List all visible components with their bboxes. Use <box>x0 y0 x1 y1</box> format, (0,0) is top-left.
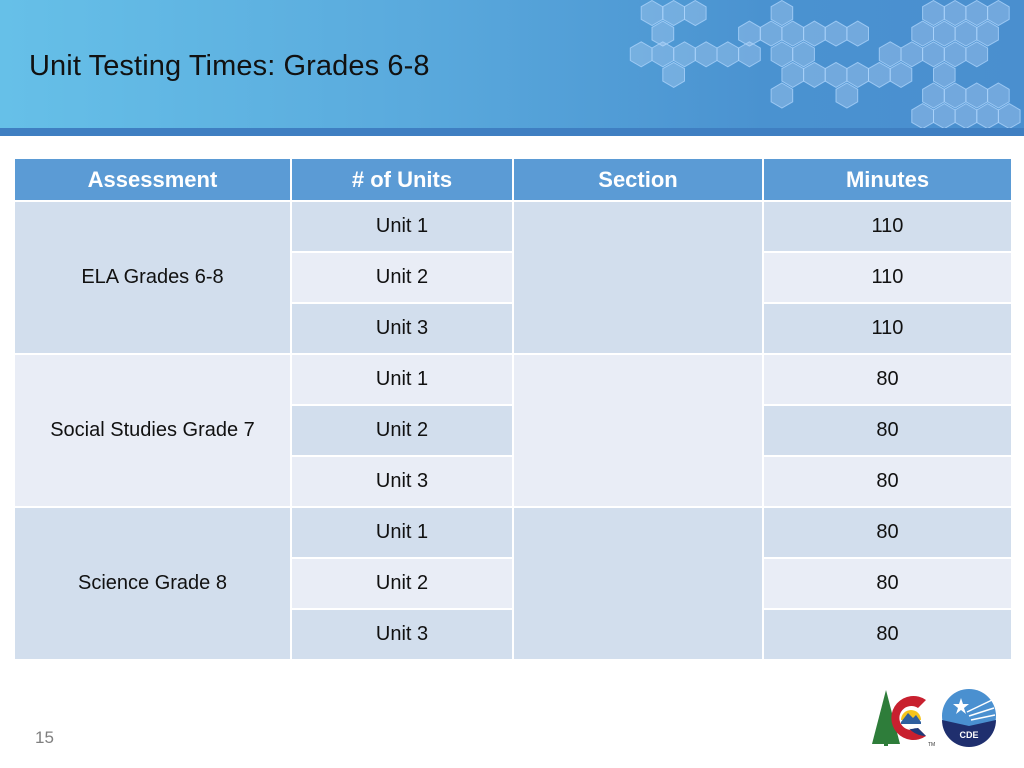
hexagon-shape <box>943 41 967 68</box>
minutes-cell: 110 <box>762 251 1013 304</box>
banner-divider <box>0 128 1024 136</box>
cde-label: CDE <box>959 730 978 740</box>
hexagon-shape <box>889 61 913 88</box>
hexagon-shape <box>933 103 956 128</box>
hexagon-shape <box>651 41 675 68</box>
hexagon-shape <box>911 20 934 47</box>
table-header-row: Assessment # of Units Section Minutes <box>13 157 1013 202</box>
hexagon-shape <box>846 20 869 47</box>
table-row: Social Studies Grade 7 Unit 1 80 <box>13 353 1013 508</box>
cde-logo: CDE <box>942 689 996 747</box>
page-number: 15 <box>35 728 54 747</box>
unit-cell: Unit 1 <box>290 200 514 253</box>
hexagon-shape <box>987 0 1010 27</box>
hexagon-shape <box>835 82 859 109</box>
minutes-cell: 80 <box>762 455 1013 508</box>
hexagon-shape <box>868 61 891 88</box>
minutes-cell: 80 <box>762 608 1013 661</box>
unit-testing-times-table: Assessment # of Units Section Minutes EL… <box>13 157 1013 661</box>
hexagon-shape <box>803 20 826 47</box>
hexagon-shape <box>911 103 934 128</box>
header-minutes: Minutes <box>762 157 1013 202</box>
hexagon-shape <box>965 0 989 27</box>
header-assessment: Assessment <box>13 157 292 202</box>
hexagon-shape <box>965 82 989 109</box>
hexagon-shape <box>694 41 718 68</box>
hexagon-shape <box>922 41 945 68</box>
section-cell <box>512 200 764 355</box>
hexagon-shape <box>965 41 989 68</box>
unit-cell: Unit 1 <box>290 353 514 406</box>
hexagon-shape <box>792 41 815 68</box>
hexagon-shape <box>824 20 848 47</box>
hexagon-shape <box>922 82 945 109</box>
hexagon-shape <box>824 61 848 88</box>
title-banner: Unit Testing Times: Grades 6-8 <box>0 0 1024 128</box>
hexagon-shape <box>943 0 967 27</box>
table-row: Science Grade 8 Unit 1 80 <box>13 506 1013 661</box>
hexagon-shape <box>943 82 967 109</box>
hexagon-shape <box>662 0 685 27</box>
hexagon-shape <box>878 41 902 68</box>
minutes-cell: 110 <box>762 302 1013 355</box>
minutes-cell: 80 <box>762 353 1013 406</box>
minutes-cell: 80 <box>762 404 1013 457</box>
hexagon-shape <box>738 41 761 68</box>
hexagon-shape <box>976 103 999 128</box>
hexagon-shape <box>954 20 978 47</box>
unit-cell: Unit 2 <box>290 404 514 457</box>
unit-cell: Unit 2 <box>290 557 514 610</box>
header-section: Section <box>512 157 764 202</box>
unit-cell: Unit 3 <box>290 302 514 355</box>
hexagon-shape <box>716 41 740 68</box>
hexagon-shape <box>759 20 783 47</box>
hexagon-shape <box>640 0 664 27</box>
unit-cell: Unit 1 <box>290 506 514 559</box>
header-num-units: # of Units <box>290 157 514 202</box>
slide-title: Unit Testing Times: Grades 6-8 <box>29 50 430 82</box>
assessment-cell: Science Grade 8 <box>13 506 292 661</box>
table-row: ELA Grades 6-8 Unit 1 110 <box>13 200 1013 355</box>
hexagon-shape <box>803 61 826 88</box>
colorado-logo: TM <box>872 690 935 748</box>
hexagon-shape <box>933 20 956 47</box>
hexagon-shape <box>997 103 1021 128</box>
hexagon-shape <box>987 82 1010 109</box>
section-cell <box>512 506 764 661</box>
hexagon-shape <box>770 0 794 27</box>
hexagon-shape <box>662 61 685 88</box>
hexagon-shape <box>629 41 653 68</box>
minutes-cell: 110 <box>762 200 1013 253</box>
minutes-cell: 80 <box>762 506 1013 559</box>
hexagon-shape <box>976 20 999 47</box>
hexagon-shape <box>922 0 945 27</box>
section-cell <box>512 353 764 508</box>
minutes-cell: 80 <box>762 557 1013 610</box>
logos: TM CDE <box>868 688 1003 753</box>
hexagon-shape <box>673 41 696 68</box>
hexagon-shape <box>900 41 924 68</box>
hexagon-shape <box>954 103 978 128</box>
hexagon-shape <box>684 0 707 27</box>
hexagon-shape <box>770 41 794 68</box>
hexagon-shape <box>781 20 805 47</box>
hexagon-shape <box>846 61 869 88</box>
hexagon-shape <box>933 61 956 88</box>
hexagon-shape <box>781 61 805 88</box>
trademark-label: TM <box>928 742 935 748</box>
hexagon-shape <box>770 82 794 109</box>
unit-cell: Unit 3 <box>290 455 514 508</box>
unit-cell: Unit 3 <box>290 608 514 661</box>
unit-cell: Unit 2 <box>290 251 514 304</box>
assessment-cell: Social Studies Grade 7 <box>13 353 292 508</box>
assessment-cell: ELA Grades 6-8 <box>13 200 292 355</box>
